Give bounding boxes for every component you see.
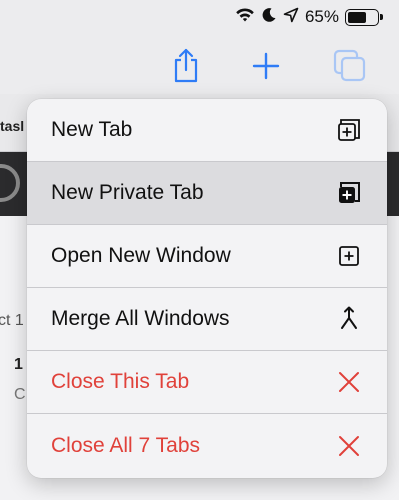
- moon-icon: [261, 7, 277, 28]
- status-bar: 65%: [0, 0, 399, 36]
- share-button[interactable]: [166, 46, 206, 86]
- share-icon: [174, 48, 198, 83]
- status-icons: 65%: [235, 6, 383, 28]
- tab-context-menu: New Tab New Private Tab Open New Window …: [27, 99, 387, 478]
- podcast-icon: [0, 164, 20, 202]
- close-icon: [335, 368, 363, 396]
- tabs-icon: [333, 49, 366, 82]
- plus-icon: [252, 52, 280, 80]
- menu-item-label: Close This Tab: [51, 370, 190, 393]
- battery-percentage: 65%: [304, 7, 339, 26]
- new-tab-icon: [335, 116, 363, 144]
- background-tab-title: tasl: [0, 118, 25, 134]
- menu-item-new-private-tab[interactable]: New Private Tab: [27, 162, 387, 225]
- battery-level: [348, 11, 367, 23]
- menu-item-label: Merge All Windows: [51, 307, 230, 330]
- menu-item-close-this-tab[interactable]: Close This Tab: [27, 351, 387, 414]
- tab-overview-button[interactable]: [330, 46, 370, 86]
- menu-item-label: New Tab: [51, 118, 133, 141]
- background-text: 1: [14, 356, 23, 373]
- menu-item-label: New Private Tab: [51, 181, 204, 204]
- background-text: C: [14, 386, 26, 403]
- menu-item-open-new-window[interactable]: Open New Window: [27, 225, 387, 288]
- menu-item-merge-all-windows[interactable]: Merge All Windows: [27, 288, 387, 351]
- merge-icon: [335, 305, 363, 333]
- close-icon: [335, 432, 363, 460]
- screen: tasl ct 1 1 C 65% New Tab New Private Ta…: [0, 0, 399, 500]
- battery-icon: [345, 8, 383, 26]
- background-text: ct 1: [0, 312, 24, 329]
- wifi-icon: [235, 7, 255, 28]
- location-arrow-icon: [283, 7, 299, 28]
- menu-item-close-all-tabs[interactable]: Close All 7 Tabs: [27, 414, 387, 477]
- menu-item-label: Close All 7 Tabs: [51, 433, 201, 457]
- new-window-icon: [335, 242, 363, 270]
- menu-item-new-tab[interactable]: New Tab: [27, 99, 387, 162]
- new-tab-button[interactable]: [246, 46, 286, 86]
- browser-toolbar: [0, 40, 399, 92]
- menu-item-label: Open New Window: [51, 244, 231, 267]
- private-tab-icon: [335, 179, 363, 207]
